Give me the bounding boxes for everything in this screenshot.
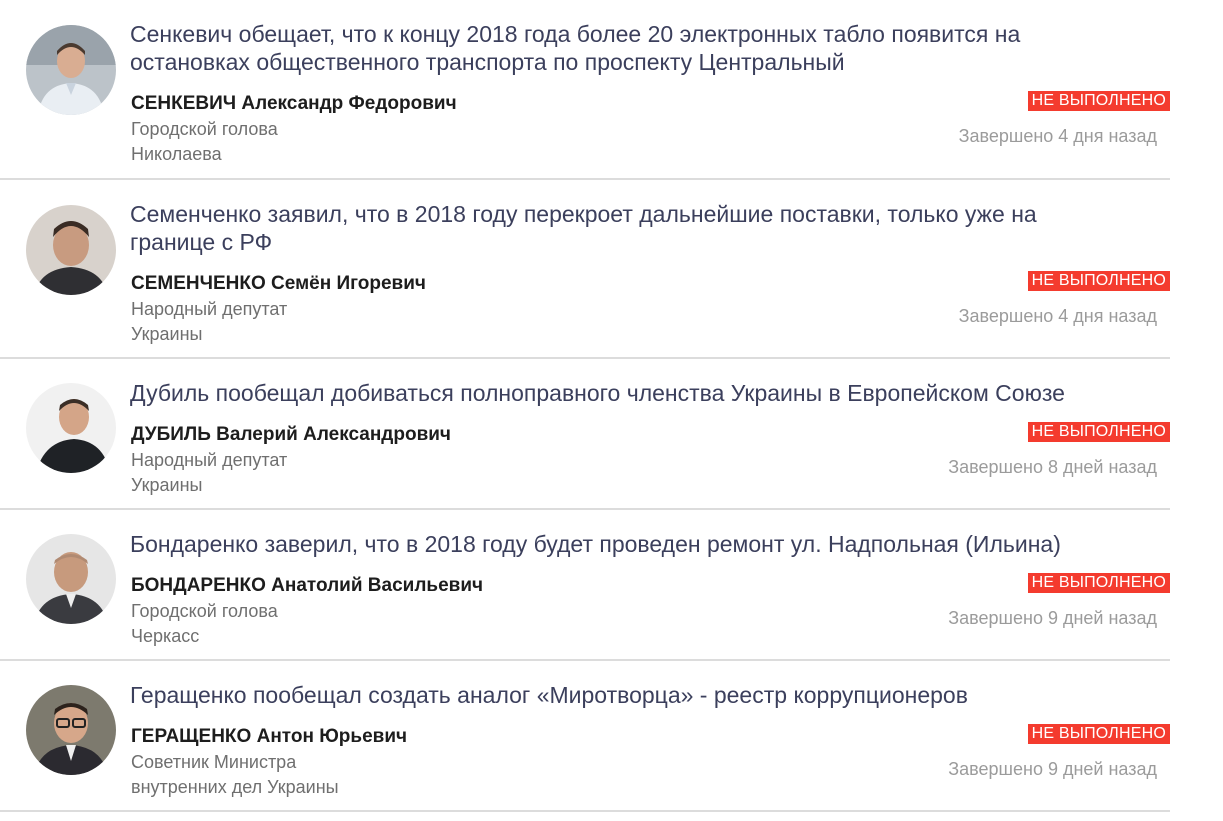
person-region: Украины: [131, 475, 203, 495]
person-role: Народный депутат: [131, 450, 288, 470]
person-surname: ДУБИЛЬ: [131, 424, 211, 445]
avatar[interactable]: [26, 685, 116, 775]
person-region: внутренних дел Украины: [131, 777, 339, 797]
status-badge: НЕ ВЫПОЛНЕНО: [1027, 573, 1170, 593]
person-photo-icon: [26, 205, 116, 295]
promise-title[interactable]: Геращенко пообещал создать аналог «Мирот…: [130, 681, 1090, 709]
person-role: Городской голова: [131, 119, 278, 139]
person-surname: СЕМЕНЧЕНКО: [131, 273, 266, 294]
promise-title[interactable]: Дубиль пообещал добиваться полноправного…: [130, 379, 1090, 407]
completed-time: Завершено 9 дней назад: [948, 759, 1157, 779]
person-name[interactable]: СЕМЕНЧЕНКО Семён Игоревич: [131, 272, 426, 296]
person-role: Народный депутат: [131, 299, 288, 319]
promises-list: Сенкевич обещает, что к концу 2018 года …: [0, 0, 1170, 812]
promise-title[interactable]: Семенченко заявил, что в 2018 году перек…: [130, 200, 1090, 256]
person-surname: ГЕРАЩЕНКО: [131, 726, 252, 747]
list-item: Сенкевич обещает, что к концу 2018 года …: [0, 0, 1170, 180]
completed-time: Завершено 4 дня назад: [958, 306, 1157, 326]
list-item: Геращенко пообещал создать аналог «Мирот…: [0, 661, 1170, 812]
completed-time: Завершено 8 дней назад: [948, 457, 1157, 477]
list-item: Семенченко заявил, что в 2018 году перек…: [0, 180, 1170, 359]
avatar[interactable]: [26, 383, 116, 473]
list-item: Дубиль пообещал добиваться полноправного…: [0, 359, 1170, 510]
completed-time: Завершено 9 дней назад: [948, 608, 1157, 628]
person-role: Городской голова: [131, 601, 278, 621]
promise-title[interactable]: Сенкевич обещает, что к концу 2018 года …: [130, 20, 1090, 76]
person-region: Украины: [131, 324, 203, 344]
person-surname: БОНДАРЕНКО: [131, 575, 266, 596]
person-photo-icon: [26, 534, 116, 624]
person-given-name: Валерий Александрович: [216, 424, 451, 445]
avatar[interactable]: [26, 25, 116, 115]
completed-time: Завершено 4 дня назад: [958, 126, 1157, 146]
avatar[interactable]: [26, 205, 116, 295]
person-given-name: Антон Юрьевич: [256, 726, 408, 747]
person-name[interactable]: ГЕРАЩЕНКО Антон Юрьевич: [131, 725, 407, 749]
person-photo-icon: [26, 685, 116, 775]
promise-title[interactable]: Бондаренко заверил, что в 2018 году буде…: [130, 530, 1090, 558]
person-name[interactable]: БОНДАРЕНКО Анатолий Васильевич: [131, 574, 483, 598]
person-name[interactable]: ДУБИЛЬ Валерий Александрович: [131, 423, 451, 447]
person-photo-icon: [26, 383, 116, 473]
person-name[interactable]: СЕНКЕВИЧ Александр Федорович: [131, 92, 457, 116]
list-item: Бондаренко заверил, что в 2018 году буде…: [0, 510, 1170, 661]
person-surname: СЕНКЕВИЧ: [131, 93, 237, 114]
person-given-name: Александр Федорович: [241, 93, 457, 114]
status-badge: НЕ ВЫПОЛНЕНО: [1027, 91, 1170, 111]
person-photo-icon: [26, 25, 116, 115]
status-badge: НЕ ВЫПОЛНЕНО: [1027, 271, 1170, 291]
person-region: Черкасс: [131, 626, 200, 646]
status-badge: НЕ ВЫПОЛНЕНО: [1027, 422, 1170, 442]
person-given-name: Анатолий Васильевич: [271, 575, 484, 596]
status-badge: НЕ ВЫПОЛНЕНО: [1027, 724, 1170, 744]
person-region: Николаева: [131, 144, 222, 164]
person-role: Советник Министра: [131, 752, 297, 772]
avatar[interactable]: [26, 534, 116, 624]
person-given-name: Семён Игоревич: [271, 273, 426, 294]
